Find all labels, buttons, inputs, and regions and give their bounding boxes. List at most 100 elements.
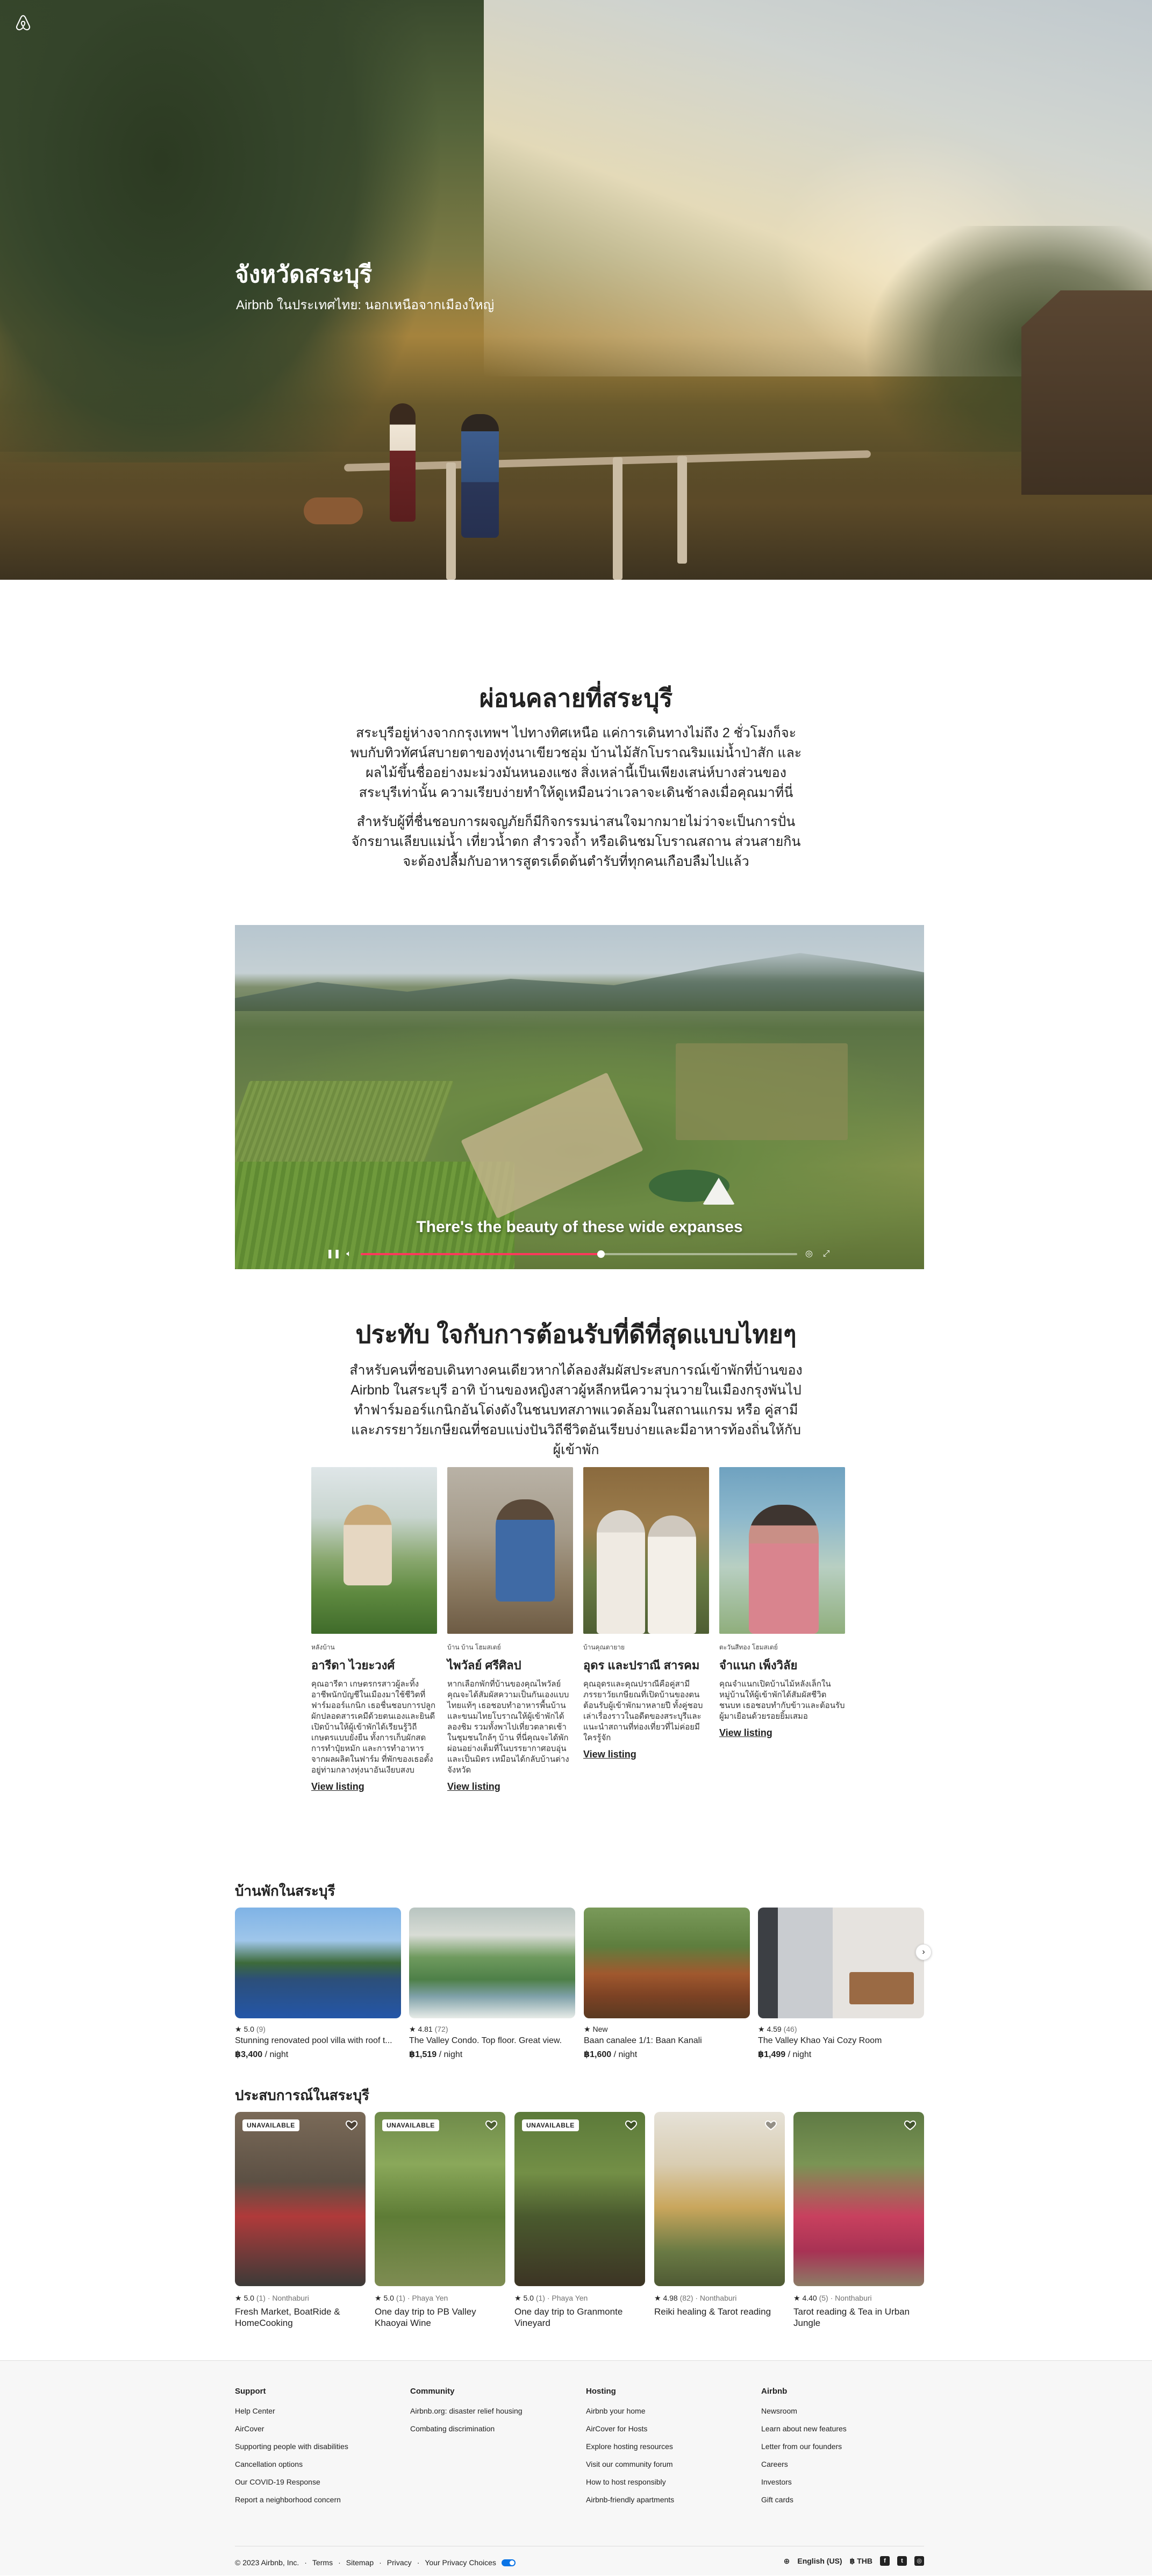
footer-link[interactable]: Investors <box>761 2478 933 2486</box>
footer-link[interactable]: Explore hosting resources <box>586 2442 758 2451</box>
host-description: หากเลือกพักที่บ้านของคุณไพวัลย์ คุณจะได้… <box>447 1680 569 1775</box>
stay-card[interactable]: ★ 4.59 (46) The Valley Khao Yai Cozy Roo… <box>758 1908 924 2060</box>
experience-photo[interactable] <box>654 2112 785 2286</box>
host-photo <box>719 1467 845 1634</box>
experience-photo[interactable] <box>793 2112 924 2286</box>
experience-photo[interactable]: UNAVAILABLE <box>514 2112 645 2286</box>
footer-link[interactable]: Gift cards <box>761 2495 933 2504</box>
rating-value: 5.0 <box>244 2025 254 2033</box>
footer-link[interactable]: Report a neighborhood concern <box>235 2495 407 2504</box>
intro-paragraph-2: สำหรับผู้ที่ชื่นชอบการผจญภัยก็มีกิจกรรมน… <box>351 814 801 869</box>
footer-link[interactable]: AirCover for Hosts <box>586 2424 758 2433</box>
privacy-choices-link[interactable]: Your Privacy Choices <box>425 2558 496 2567</box>
footer-link[interactable]: Newsroom <box>761 2407 933 2415</box>
footer-column-airbnb: Airbnb Newsroom Learn about new features… <box>761 2387 933 2513</box>
footer-heading: Community <box>410 2387 455 2396</box>
stay-card[interactable]: ★ 5.0 (9) Stunning renovated pool villa … <box>235 1908 401 2060</box>
footer-link[interactable]: Combating discrimination <box>410 2424 582 2433</box>
hero-banner: จังหวัดสระบุรี Airbnb ในประเทศไทย: นอกเห… <box>0 0 1152 580</box>
view-listing-link[interactable]: View listing <box>583 1749 636 1760</box>
video-progress-knob[interactable] <box>597 1250 605 1258</box>
fullscreen-icon[interactable]: ⤢ <box>821 1249 832 1259</box>
footer-link[interactable]: Help Center <box>235 2407 407 2415</box>
instagram-icon[interactable]: ◎ <box>914 2556 924 2566</box>
view-listing-link[interactable]: View listing <box>719 1727 772 1739</box>
footer-link[interactable]: Airbnb your home <box>586 2407 758 2415</box>
heart-icon[interactable] <box>764 2118 777 2131</box>
video-hills <box>235 953 924 1011</box>
review-location: (82) · Nonthaburi <box>679 2294 737 2302</box>
host-role: หลังบ้าน <box>311 1643 335 1651</box>
privacy-link[interactable]: Privacy <box>387 2558 412 2567</box>
footer-link[interactable]: Supporting people with disabilities <box>235 2442 407 2451</box>
globe-icon[interactable]: ⊕ <box>784 2557 790 2566</box>
footer-column-hosting: Hosting Airbnb your home AirCover for Ho… <box>586 2387 758 2513</box>
intro-paragraph-1: สระบุรีอยู่ห่างจากกรุงเทพฯ ไปทางทิศเหนือ… <box>350 725 802 800</box>
video-caption: There's the beauty of these wide expanse… <box>416 1218 743 1236</box>
experience-card[interactable]: UNAVAILABLE ★ 5.0 (1) · Phaya Yen One da… <box>514 2112 645 2329</box>
privacy-toggle-icon[interactable] <box>501 2559 516 2566</box>
stay-photo[interactable] <box>409 1908 575 2018</box>
experience-card[interactable]: ★ 4.40 (5) · Nonthaburi Tarot reading & … <box>793 2112 924 2329</box>
host-description: คุณจำแนกเปิดบ้านไม้หลังเล็กในหมู่บ้านให้… <box>719 1680 845 1721</box>
stay-photo[interactable] <box>584 1908 750 2018</box>
hero-fence-post <box>677 456 687 564</box>
experience-card[interactable]: UNAVAILABLE ★ 5.0 (1) · Nonthaburi Fresh… <box>235 2112 366 2329</box>
experiences-title: ประสบการณ์ในสระบุรี <box>235 2087 369 2103</box>
heart-icon[interactable] <box>345 2118 358 2131</box>
stay-card[interactable]: ★ New Baan canalee 1/1: Baan Kanali ฿1,6… <box>584 1908 750 2060</box>
video-controls: ❚❚ 🔈︎ ◎ ⤢ <box>326 1248 832 1261</box>
experience-card[interactable]: ★ 4.98 (82) · Nonthaburi Reiki healing &… <box>654 2112 785 2317</box>
stay-photo[interactable] <box>758 1908 924 2018</box>
currency-selector[interactable]: ฿ THB <box>850 2557 872 2566</box>
experience-rating: ★ 4.40 (5) · Nonthaburi <box>793 2294 872 2302</box>
stay-photo[interactable] <box>235 1908 401 2018</box>
stay-rating: ★ 4.59 (46) <box>758 2025 797 2033</box>
view-listing-link[interactable]: View listing <box>311 1781 364 1792</box>
host-name: จำแนก เพ็งวิลัย <box>719 1659 798 1672</box>
hospitality-paragraph: สำหรับคนที่ชอบเดินทางคนเดียวหากได้ลองสัม… <box>349 1363 803 1457</box>
footer-link[interactable]: Cancellation options <box>235 2460 407 2468</box>
footer-link[interactable]: How to host responsibly <box>586 2478 758 2486</box>
video-progress-bar[interactable] <box>361 1250 797 1258</box>
experience-card[interactable]: UNAVAILABLE ★ 5.0 (1) · Phaya Yen One da… <box>375 2112 505 2329</box>
footer-link[interactable]: Careers <box>761 2460 933 2468</box>
video-player[interactable]: There's the beauty of these wide expanse… <box>235 925 924 1269</box>
stay-title: Baan canalee 1/1: Baan Kanali <box>584 2036 702 2045</box>
rating-value: 5.0 <box>383 2294 394 2302</box>
separator: · <box>379 2558 382 2567</box>
host-name: อุดร และปราณี สารคม <box>583 1659 700 1672</box>
rating-value: 4.59 <box>767 2025 782 2033</box>
volume-icon[interactable]: 🔈︎ <box>344 1249 354 1259</box>
footer-link[interactable]: Learn about new features <box>761 2424 933 2433</box>
chevron-right-icon[interactable]: › <box>915 1944 932 1960</box>
footer-link[interactable]: Airbnb-friendly apartments <box>586 2495 758 2504</box>
heart-icon[interactable] <box>625 2118 638 2131</box>
heart-icon[interactable] <box>485 2118 498 2131</box>
footer-link[interactable]: Airbnb.org: disaster relief housing <box>410 2407 582 2415</box>
captions-icon[interactable]: ◎ <box>804 1249 814 1259</box>
language-selector[interactable]: English (US) <box>797 2557 842 2565</box>
host-name: อารีดา ไวยะวงศ์ <box>311 1659 395 1672</box>
view-listing-link[interactable]: View listing <box>447 1781 500 1792</box>
hero-ground <box>0 452 1152 580</box>
experience-rating: ★ 5.0 (1) · Nonthaburi <box>235 2294 309 2302</box>
heart-icon[interactable] <box>904 2118 917 2131</box>
pause-icon[interactable]: ❚❚ <box>326 1249 341 1259</box>
footer-link[interactable]: AirCover <box>235 2424 407 2433</box>
terms-link[interactable]: Terms <box>312 2558 333 2567</box>
host-role: บ้าน บ้าน โฮมสเตย์ <box>447 1643 501 1651</box>
experience-photo[interactable]: UNAVAILABLE <box>375 2112 505 2286</box>
footer-link[interactable]: Our COVID-19 Response <box>235 2478 407 2486</box>
hero-fence-post <box>613 457 622 580</box>
footer-link[interactable]: Letter from our founders <box>761 2442 933 2451</box>
sitemap-link[interactable]: Sitemap <box>346 2558 374 2567</box>
facebook-icon[interactable]: f <box>880 2556 890 2566</box>
footer-link[interactable]: Visit our community forum <box>586 2460 758 2468</box>
footer-legal: © 2023 Airbnb, Inc. · Terms · Sitemap · … <box>235 2558 516 2567</box>
experience-photo[interactable]: UNAVAILABLE <box>235 2112 366 2286</box>
footer-heading: Support <box>235 2387 266 2396</box>
airbnb-logo-icon[interactable] <box>14 14 32 32</box>
twitter-icon[interactable]: t <box>897 2556 907 2566</box>
stay-card[interactable]: ★ 4.81 (72) The Valley Condo. Top floor.… <box>409 1908 575 2060</box>
